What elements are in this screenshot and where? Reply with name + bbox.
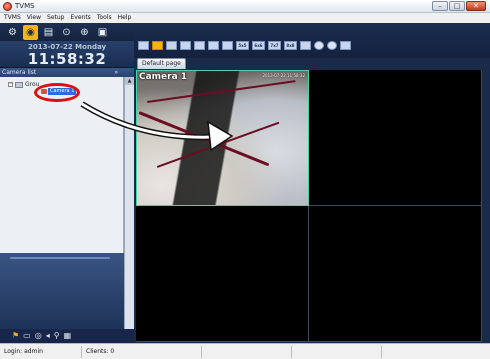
document-icon[interactable]: ▣ <box>95 25 110 40</box>
main-toolbar: ⚙ ◉ ▤ ⊙ ⊕ ▣ <box>0 23 134 41</box>
play-icon[interactable]: ⊙ <box>59 25 74 40</box>
video-cell-4[interactable] <box>309 206 482 342</box>
layout-3x3-button[interactable] <box>166 41 177 50</box>
expand-icon[interactable]: – <box>8 82 13 87</box>
menu-setup[interactable]: Setup <box>47 13 64 23</box>
layout-6x6-button[interactable]: 6x6 <box>252 41 265 50</box>
video-cell-3[interactable] <box>136 206 309 342</box>
camera-list-title: Camera list <box>2 69 37 76</box>
status-empty-1 <box>202 345 292 358</box>
tree-icon[interactable]: ⚑ <box>12 329 19 343</box>
monitor-icon[interactable]: ◉ <box>23 24 38 40</box>
clock-panel: 2013-07-22 Monday 11:58:32 <box>0 41 134 68</box>
layout-toolbar: 5x5 6x6 7x7 8x8 <box>134 23 490 58</box>
title-bar: TVMS – □ ✕ <box>0 0 490 13</box>
layout-buttons: 5x5 6x6 7x7 8x8 <box>138 41 351 50</box>
camera-list-scrollbar[interactable]: ▲ <box>124 77 134 329</box>
camera-tree: – Grou Camera 1 <box>0 77 124 253</box>
video-cell-1[interactable]: Camera 1 2013-07-22 11:58:32 <box>136 70 309 206</box>
video-cell-2[interactable] <box>309 70 482 206</box>
collapse-icon[interactable]: » <box>114 68 118 77</box>
annotation-circle <box>34 83 80 102</box>
window-controls: – □ ✕ <box>432 1 486 11</box>
film-icon[interactable]: ▤ <box>41 25 56 40</box>
menu-bar: TVMS View Setup Events Tools Help <box>0 13 490 23</box>
menu-tvms[interactable]: TVMS <box>4 13 21 23</box>
status-bar: Login: admin Clients: 0 <box>0 343 490 359</box>
layout-4x4-button[interactable] <box>180 41 191 50</box>
tab-default-page[interactable]: Default page <box>137 58 186 69</box>
menu-help[interactable]: Help <box>118 13 132 23</box>
close-button[interactable]: ✕ <box>466 1 486 11</box>
layout-1plus7-button[interactable] <box>208 41 219 50</box>
disc-icon[interactable]: ◎ <box>35 329 42 343</box>
fullscreen-icon[interactable] <box>300 41 311 50</box>
status-clients: Clients: 0 <box>82 345 202 358</box>
globe-icon[interactable]: ⊕ <box>77 25 92 40</box>
layout-7x7-button[interactable]: 7x7 <box>268 41 281 50</box>
layout-1plus12-button[interactable] <box>222 41 233 50</box>
sequence-icon[interactable] <box>340 41 351 50</box>
gear-icon[interactable]: ⚙ <box>5 25 20 40</box>
speaker-icon[interactable]: ◂ <box>46 329 50 343</box>
monitor-icon[interactable]: ▭ <box>23 329 31 343</box>
maximize-button[interactable]: □ <box>449 1 465 11</box>
layout-8x8-button[interactable]: 8x8 <box>284 41 297 50</box>
panel-highlight <box>10 257 110 259</box>
layout-1plus5-button[interactable] <box>194 41 205 50</box>
ptz-panel <box>0 253 124 329</box>
app-logo-icon <box>3 1 12 11</box>
minimize-button[interactable]: – <box>432 1 448 11</box>
video-grid: Camera 1 2013-07-22 11:58:32 <box>136 70 482 342</box>
layout-2x2-button[interactable] <box>152 41 163 50</box>
zoom-icon[interactable]: ⚲ <box>54 329 60 343</box>
settings-icon[interactable] <box>314 41 324 50</box>
menu-view[interactable]: View <box>27 13 41 23</box>
window-title: TVMS <box>15 2 35 10</box>
bottom-toolbar: ⚑ ▭ ◎ ◂ ⚲ ▦ <box>0 329 134 343</box>
record-icon[interactable] <box>327 41 337 50</box>
layout-1x1-button[interactable] <box>138 41 149 50</box>
layout-5x5-button[interactable]: 5x5 <box>236 41 249 50</box>
menu-events[interactable]: Events <box>70 13 90 23</box>
camera-list-header: Camera list » <box>0 68 134 77</box>
folder-icon <box>15 81 23 88</box>
scroll-up-icon[interactable]: ▲ <box>125 77 134 85</box>
tree-root[interactable]: – Grou <box>8 81 39 88</box>
camera-timestamp: 2013-07-22 11:58:32 <box>262 73 305 78</box>
menu-tools[interactable]: Tools <box>97 13 112 23</box>
camera-name-overlay: Camera 1 <box>139 72 188 82</box>
status-login: Login: admin <box>0 345 82 358</box>
clock-time: 11:58:32 <box>27 50 107 68</box>
status-empty-2 <box>292 345 382 358</box>
grid-icon[interactable]: ▦ <box>64 329 72 343</box>
